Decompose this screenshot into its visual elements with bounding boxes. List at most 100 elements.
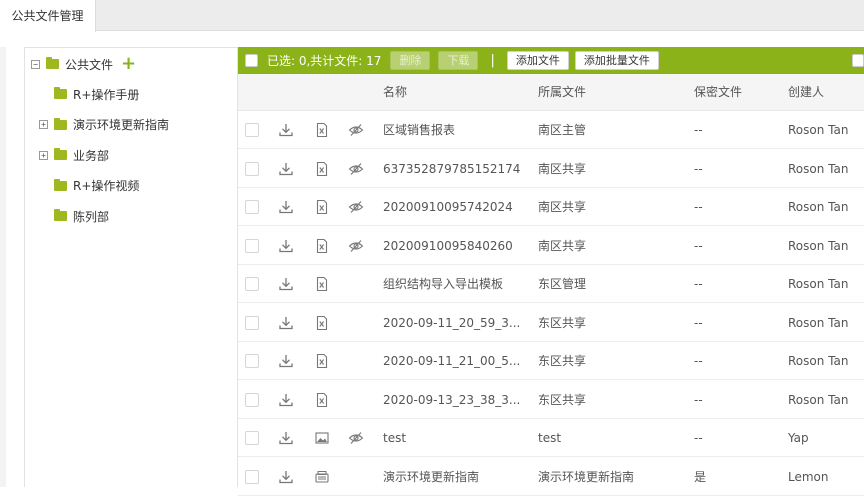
file-name[interactable]: 20200910095840260 [383,227,513,264]
tree-expand-toggle[interactable]: + [39,150,48,160]
tree-item-label: R+操作视频 [73,179,140,194]
tree-expand-toggle[interactable]: + [39,120,48,130]
download-icon[interactable] [278,238,294,254]
tab-bar: 公共文件管理 [0,0,864,32]
table-row[interactable]: 2020-09-11_21_00_5... 东区共享 -- Roson Tan [238,342,864,380]
excel-file-icon [314,161,330,177]
column-checkbox[interactable] [852,54,864,67]
download-icon[interactable] [278,161,294,177]
tree-root[interactable]: − 公共文件 + [31,54,136,74]
toolbar: 已选: 0,共计文件: 17 删除 下载 | 添加文件 添加批量文件 [238,47,864,74]
table-row[interactable]: 20200910095742024 南区共享 -- Roson Tan [238,188,864,226]
tree-item[interactable]: + 业务部 [39,145,109,165]
file-name[interactable]: 2020-09-11_21_00_5... [383,342,520,379]
table-row[interactable]: 组织结构导入导出模板 东区管理 -- Roson Tan [238,265,864,303]
file-list-panel: 已选: 0,共计文件: 17 删除 下载 | 添加文件 添加批量文件 名称 所属… [238,47,864,496]
plus-icon[interactable]: + [121,55,136,73]
table-header: 名称 所属文件 保密文件 创建人 [238,74,864,111]
file-folder: 东区共享 [538,315,587,330]
file-secret: -- [694,123,703,137]
file-name[interactable]: test [383,419,406,456]
table-row[interactable]: 演示环境更新指南 演示环境更新指南 是 Lemon [238,458,864,496]
table-row[interactable]: 637352879785152174 南区共享 -- Roson Tan [238,150,864,188]
column-header-folder[interactable]: 所属文件 [538,74,586,111]
row-checkbox[interactable] [245,315,259,330]
column-header-secret[interactable]: 保密文件 [694,74,742,111]
file-folder: 南区主管 [538,123,587,137]
row-checkbox[interactable] [245,354,259,368]
file-folder: 南区共享 [538,200,587,214]
tree-item[interactable]: + 演示环境更新指南 [39,115,169,135]
download-icon[interactable] [278,392,294,408]
file-secret: -- [694,315,703,330]
add-file-button[interactable]: 添加文件 [506,51,569,70]
tree-collapse-toggle[interactable]: − [31,59,40,69]
file-folder: 南区共享 [538,161,587,176]
file-secret: -- [694,354,703,368]
tree-item[interactable]: R+操作视频 [39,176,139,196]
table-row[interactable]: test test -- Yap [238,419,864,457]
file-name[interactable]: 637352879785152174 [383,150,520,187]
download-icon[interactable] [278,199,294,215]
download-icon[interactable] [278,315,294,331]
file-name[interactable]: 组织结构导入导出模板 [383,265,503,302]
file-creator: Roson Tan [788,161,849,176]
file-folder: 东区共享 [538,354,587,368]
batch-add-file-button[interactable]: 添加批量文件 [574,51,659,70]
file-folder: 东区共享 [538,392,587,407]
table-row[interactable]: 2020-09-13_23_38_3... 东区共享 -- Roson Tan [238,381,864,419]
folder-icon [54,178,67,191]
download-button[interactable]: 下载 [438,51,479,70]
column-header-name[interactable]: 名称 [383,74,407,111]
file-creator: Roson Tan [788,200,849,214]
excel-file-icon [314,122,330,138]
excel-file-icon [314,392,330,408]
file-name[interactable]: 2020-09-13_23_38_3... [383,381,520,418]
row-checkbox[interactable] [245,277,259,291]
eye-slash-icon[interactable] [348,199,364,215]
file-secret: -- [694,200,703,214]
file-name[interactable]: 20200910095742024 [383,188,513,225]
file-name[interactable]: 演示环境更新指南 [383,458,479,495]
eye-slash-icon[interactable] [348,430,364,446]
row-checkbox[interactable] [245,200,259,214]
file-name[interactable]: 区域销售报表 [383,111,455,148]
file-creator: Lemon [788,469,829,484]
file-folder: 演示环境更新指南 [538,469,635,484]
file-creator: Roson Tan [788,392,849,407]
column-header-creator[interactable]: 创建人 [788,74,824,111]
download-icon[interactable] [278,276,294,292]
row-checkbox[interactable] [245,238,259,253]
tab-public-file-management[interactable]: 公共文件管理 [0,0,96,32]
download-icon[interactable] [278,430,294,446]
file-creator: Roson Tan [788,315,849,330]
download-icon[interactable] [278,122,294,138]
folder-icon [54,148,67,161]
folder-tree-panel: − 公共文件 + R+操作手册 + 演示环境更新指南 + 业务部 R+操作视频陈列部 [24,47,238,487]
left-edge-strip [0,47,6,487]
file-secret: -- [694,431,703,445]
table-row[interactable]: 区域销售报表 南区主管 -- Roson Tan [238,111,864,149]
eye-slash-icon[interactable] [348,122,364,138]
eye-slash-icon[interactable] [348,161,364,177]
row-checkbox[interactable] [245,392,259,407]
printer-file-icon [314,469,330,485]
eye-slash-icon[interactable] [348,238,364,254]
row-checkbox[interactable] [245,431,259,445]
table-row[interactable]: 2020-09-11_20_59_3... 东区共享 -- Roson Tan [238,304,864,342]
table-row[interactable]: 20200910095840260 南区共享 -- Roson Tan [238,227,864,265]
tree-item[interactable]: R+操作手册 [39,84,139,104]
folder-icon [54,87,67,99]
row-checkbox[interactable] [245,123,259,137]
row-checkbox[interactable] [245,469,259,484]
file-name[interactable]: 2020-09-11_20_59_3... [383,304,520,341]
file-creator: Yap [788,431,809,445]
folder-icon [54,117,67,130]
select-all-checkbox[interactable] [245,54,258,67]
delete-button[interactable]: 删除 [390,51,431,70]
file-folder: 南区共享 [538,238,587,253]
download-icon[interactable] [278,353,294,369]
download-icon[interactable] [278,469,294,485]
row-checkbox[interactable] [245,161,259,176]
tree-item[interactable]: 陈列部 [39,206,109,226]
